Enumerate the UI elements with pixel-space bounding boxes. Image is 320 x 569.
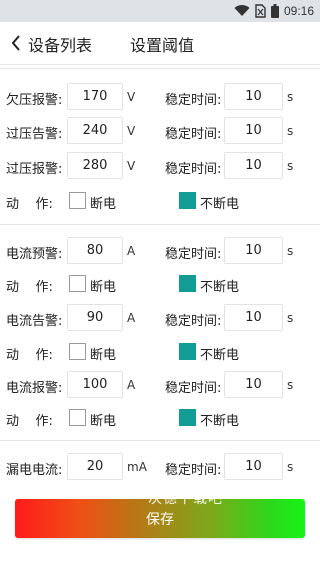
- current-alarm-label: 电流报警:: [6, 381, 63, 396]
- undervoltage-alarm-input[interactable]: 170: [67, 83, 123, 110]
- stable-time-label: 稳定时间:: [165, 93, 222, 108]
- wifi-icon: [234, 5, 250, 17]
- unit-label: A: [127, 311, 136, 325]
- no-power-off-label: 不断电: [200, 414, 240, 429]
- action-label: 动 作:: [6, 197, 53, 212]
- overvoltage-warning-stable-time-input[interactable]: 10: [224, 117, 283, 144]
- battery-icon: [270, 4, 279, 18]
- no-sim-icon: [255, 4, 266, 18]
- overvoltage-alarm-input[interactable]: 280: [67, 152, 123, 179]
- voltage-power-off-checkbox[interactable]: [69, 192, 86, 209]
- current-alarm-input[interactable]: 100: [67, 371, 123, 398]
- voltage-no-power-off-checkbox[interactable]: [179, 192, 196, 209]
- save-button-label: 保存: [146, 511, 174, 528]
- unit-label: s: [287, 311, 294, 325]
- leakage-current-label: 漏电电流:: [6, 463, 63, 478]
- leakage-current-input[interactable]: 20: [67, 453, 123, 480]
- app-header: 设备列表 设置阈值: [0, 22, 320, 65]
- current-alert-stable-time-input[interactable]: 10: [224, 304, 283, 331]
- back-arrow-icon: [11, 35, 20, 51]
- unit-label: s: [287, 124, 294, 138]
- stable-time-label: 稳定时间:: [165, 127, 222, 142]
- action-label: 动 作:: [6, 280, 53, 295]
- power-off-label: 断电: [90, 280, 117, 295]
- undervoltage-stable-time-input[interactable]: 10: [224, 83, 283, 110]
- overvoltage-warning-input[interactable]: 240: [67, 117, 123, 144]
- section-divider: [0, 440, 320, 441]
- unit-label: s: [287, 159, 294, 173]
- unit-label: V: [127, 124, 136, 138]
- status-time: 09:16: [283, 4, 314, 18]
- unit-label: s: [287, 460, 294, 474]
- current-alert-input[interactable]: 90: [67, 304, 123, 331]
- unit-label: A: [127, 378, 136, 392]
- undervoltage-alarm-label: 欠压报警:: [6, 93, 63, 108]
- overvoltage-alarm-stable-time-input[interactable]: 10: [224, 152, 283, 179]
- current-warning-input[interactable]: 80: [67, 237, 123, 264]
- unit-label: s: [287, 378, 294, 392]
- no-power-off-label: 不断电: [200, 348, 240, 363]
- current-alert-power-off-checkbox[interactable]: [69, 343, 86, 360]
- current-alarm-stable-time-input[interactable]: 10: [224, 371, 283, 398]
- no-power-off-label: 不断电: [200, 197, 240, 212]
- page-title: 设置阈值: [130, 36, 195, 55]
- back-label[interactable]: 设备列表: [28, 32, 92, 56]
- unit-label: V: [127, 159, 136, 173]
- stable-time-label: 稳定时间:: [165, 381, 222, 396]
- threshold-form: 欠压报警: 170 V 稳定时间: 10 s 过压告警: 240 V 稳定时间:…: [0, 64, 320, 569]
- unit-label: A: [127, 244, 136, 258]
- current-warning-label: 电流预警:: [6, 247, 63, 262]
- overvoltage-alarm-label: 过压报警:: [6, 162, 63, 177]
- status-bar: 09:16: [0, 0, 320, 22]
- current-warning-power-off-checkbox[interactable]: [69, 275, 86, 292]
- current-alarm-power-off-checkbox[interactable]: [69, 409, 86, 426]
- action-label: 动 作:: [6, 414, 53, 429]
- save-button[interactable]: 保存: [15, 499, 305, 538]
- stable-time-label: 稳定时间:: [165, 463, 222, 478]
- stable-time-label: 稳定时间:: [165, 314, 222, 329]
- overvoltage-warning-label: 过压告警:: [6, 127, 63, 142]
- current-warning-stable-time-input[interactable]: 10: [224, 237, 283, 264]
- leakage-stable-time-input[interactable]: 10: [224, 453, 283, 480]
- unit-label: s: [287, 90, 294, 104]
- power-off-label: 断电: [90, 414, 117, 429]
- current-warning-no-power-off-checkbox[interactable]: [179, 275, 196, 292]
- stable-time-label: 稳定时间:: [165, 247, 222, 262]
- section-divider: [0, 68, 320, 69]
- unit-label: s: [287, 244, 294, 258]
- unit-label: V: [127, 90, 136, 104]
- current-alarm-no-power-off-checkbox[interactable]: [179, 409, 196, 426]
- current-alert-no-power-off-checkbox[interactable]: [179, 343, 196, 360]
- stable-time-label: 稳定时间:: [165, 162, 222, 177]
- action-label: 动 作:: [6, 348, 53, 363]
- power-off-label: 断电: [90, 348, 117, 363]
- unit-label: mA: [127, 460, 147, 474]
- power-off-label: 断电: [90, 197, 117, 212]
- status-icons: 09:16: [234, 3, 314, 19]
- current-alert-label: 电流告警:: [6, 314, 63, 329]
- no-power-off-label: 不断电: [200, 280, 240, 295]
- back-button[interactable]: [6, 31, 26, 55]
- section-divider: [0, 224, 320, 225]
